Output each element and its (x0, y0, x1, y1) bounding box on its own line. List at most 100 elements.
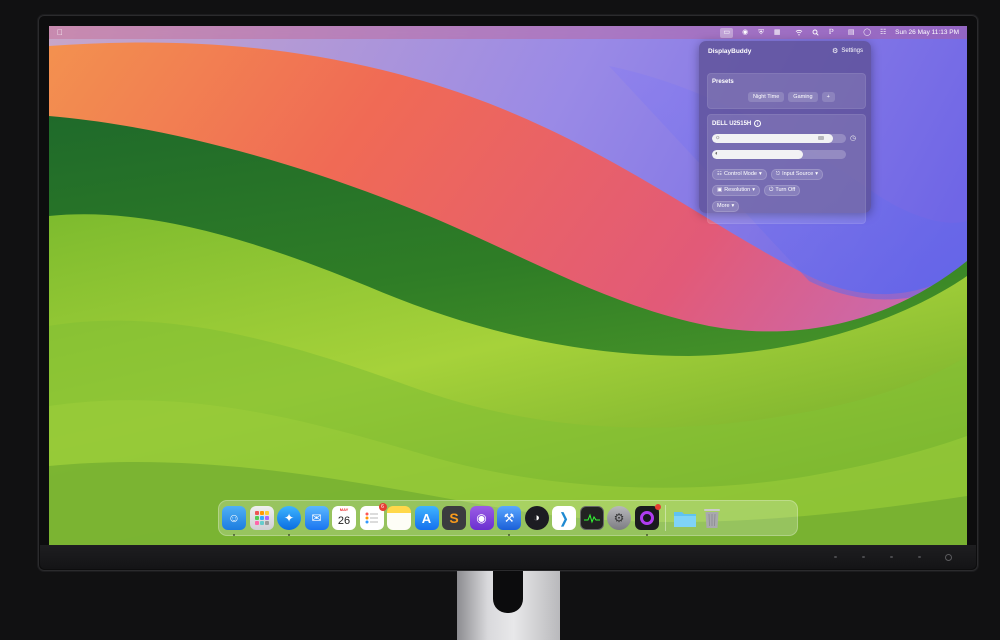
input-source-label: Input Source (782, 171, 814, 177)
dock-sublime-text[interactable]: S (442, 506, 466, 530)
display-icon[interactable]: ▤ (847, 29, 855, 36)
app-store-icon: A (421, 510, 432, 526)
reminders-badge: 6 (378, 503, 387, 511)
control-row-2: ▣ Resolution ▾ ⏻ Turn Off (712, 185, 801, 196)
calendar-month: MAY (339, 507, 349, 512)
add-preset-button[interactable]: + (821, 92, 835, 102)
clock-icon[interactable]: ◷ (850, 134, 856, 142)
turn-off-button[interactable]: ⏻ Turn Off (763, 185, 801, 196)
resolution-label: Resolution (724, 187, 751, 193)
monitor-button[interactable] (834, 556, 837, 558)
monitor-bottom-bezel (40, 545, 976, 569)
dock-separator (665, 505, 666, 531)
dock-finder[interactable]: ☺ (222, 506, 246, 536)
dock-app-store[interactable]: A (414, 506, 439, 530)
input-source-icon: ⎋ (775, 171, 781, 177)
dock-calendar[interactable]: MAY 26 (332, 506, 356, 530)
presets-card: Presets Night Time Gaming + (707, 73, 866, 109)
record-icon[interactable]: ◉ (741, 29, 749, 36)
settings-label: Settings (841, 48, 863, 54)
popover-title: DisplayBuddy (708, 48, 752, 55)
dock-linear[interactable]: ◑ (524, 506, 549, 530)
dock: ☺ ✦ ✉ MAY 26 6 A S ◉ ⚒ ◑ ❭ ⚙ (218, 500, 798, 536)
menu-bar-extras: ▭ ◉ ⛨ ▦ ℙ ▤ ◯ ☷ Sun 26 May 11:13 PM (720, 27, 967, 38)
mail-icon: ✉ (311, 511, 322, 525)
preset-list: Night Time Gaming + (748, 92, 835, 102)
reminders-icon (365, 512, 378, 524)
more-menu[interactable]: More ▾ (712, 201, 740, 212)
resolution-icon: ▣ (717, 187, 723, 193)
contrast-slider-fill (712, 150, 804, 159)
apple-logo-icon[interactable]:  (57, 28, 63, 37)
brightness-icon: ☼ (715, 135, 721, 141)
dock-screen-recorder[interactable] (634, 504, 661, 536)
monitor-button[interactable] (918, 556, 921, 558)
xcode-icon: ⚒ (503, 511, 515, 525)
dock-mail[interactable]: ✉ (304, 506, 329, 530)
wifi-icon[interactable] (795, 29, 803, 36)
dock-launchpad[interactable] (249, 506, 274, 530)
monitor-power-button[interactable] (945, 554, 952, 561)
monitor:  ▭ ◉ ⛨ ▦ ℙ ▤ ◯ ☷ Sun 26 May 11:13 PM (38, 15, 978, 571)
dock-vscode[interactable]: ❭ (552, 506, 576, 530)
vscode-icon: ❭ (558, 509, 570, 526)
window-icon[interactable]: ▦ (773, 29, 781, 36)
dock-safari[interactable]: ✦ (277, 506, 301, 536)
circle-icon[interactable]: ◯ (863, 29, 871, 36)
running-indicator (645, 534, 648, 536)
preset-gaming[interactable]: Gaming (788, 92, 818, 102)
chevron-down-icon: ▾ (752, 187, 755, 193)
search-icon[interactable] (811, 29, 819, 36)
contrast-icon: ◐ (715, 151, 719, 157)
gear-icon: ⚙ (832, 48, 839, 55)
brightness-slider[interactable]: ☼ (712, 134, 846, 143)
control-mode-menu[interactable]: ☷ Control Mode ▾ (712, 169, 767, 180)
resolution-menu[interactable]: ▣ Resolution ▾ (712, 185, 760, 196)
contrast-slider[interactable]: ◐ (712, 150, 846, 159)
monitor-stand (457, 571, 560, 640)
displaybuddy-icon[interactable]: ▭ (720, 27, 734, 38)
control-row-3: More ▾ (712, 201, 740, 212)
dock-notes[interactable] (387, 506, 411, 530)
control-mode-icon: ☷ (717, 171, 722, 177)
stand-cable-hole (493, 571, 523, 613)
settings-button[interactable]: ⚙ Settings (832, 47, 863, 55)
power-icon: ⏻ (768, 187, 774, 193)
dock-trash[interactable] (700, 506, 724, 530)
calendar-day: 26 (337, 515, 351, 527)
trash-icon (704, 509, 720, 528)
chevron-down-icon: ▾ (815, 171, 819, 177)
dock-system-settings[interactable]: ⚙ (607, 506, 631, 530)
preset-night-time[interactable]: Night Time (748, 92, 785, 102)
info-icon[interactable]: i (754, 120, 762, 127)
shield-icon[interactable]: ⛨ (757, 29, 765, 36)
activity-monitor-icon (583, 513, 600, 524)
screen-recorder-icon (639, 511, 654, 525)
dock-activity-monitor[interactable] (579, 506, 604, 530)
running-indicator (508, 534, 510, 536)
dock-github-desktop[interactable]: ◉ (469, 506, 494, 530)
monitor-button[interactable] (890, 556, 893, 558)
sublime-text-icon: S (449, 510, 459, 526)
control-mode-label: Control Mode (723, 171, 757, 177)
hdr-icon (818, 136, 824, 140)
display-card: DELL U2515H i ☼ ◷ ◐ ☷ Control Mode ▾ ⎋ I… (707, 114, 866, 224)
input-source-menu[interactable]: ⎋ Input Source ▾ (770, 169, 824, 180)
dock-downloads-folder[interactable] (673, 506, 697, 530)
menu-bar-clock[interactable]: Sun 26 May 11:13 PM (895, 29, 959, 36)
running-indicator (233, 534, 235, 536)
system-settings-icon: ⚙ (613, 511, 625, 525)
finder-icon: ☺ (227, 511, 241, 525)
control-row-1: ☷ Control Mode ▾ ⎋ Input Source ▾ (712, 169, 824, 180)
bluetooth-icon[interactable]: ℙ (827, 29, 835, 36)
displaybuddy-popover: DisplayBuddy ⚙ Settings Presets Night Ti… (699, 41, 871, 224)
control-center-icon[interactable]: ☷ (879, 29, 887, 36)
chevron-down-icon: ▾ (758, 171, 762, 177)
menu-bar:  ▭ ◉ ⛨ ▦ ℙ ▤ ◯ ☷ Sun 26 May 11:13 PM (49, 26, 967, 39)
dock-reminders[interactable]: 6 (359, 503, 387, 530)
presets-title: Presets (712, 79, 734, 85)
display-name: DELL U2515H (712, 120, 752, 127)
dock-xcode[interactable]: ⚒ (497, 506, 521, 536)
recording-badge (654, 504, 661, 510)
monitor-button[interactable] (862, 556, 865, 558)
